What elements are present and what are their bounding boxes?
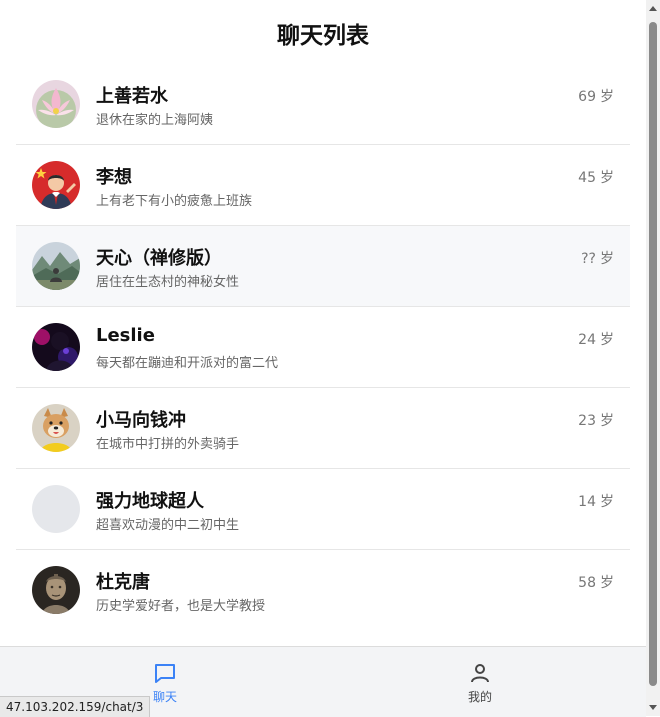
tab-me-label: 我的 (467, 689, 492, 704)
lotus-avatar (32, 80, 80, 128)
tab-chat-label: 聊天 (152, 689, 177, 704)
age-unit: 岁 (600, 170, 614, 186)
contact-age: ?? 岁 (581, 248, 614, 268)
scrollbar[interactable] (646, 0, 660, 716)
contact-bio: 每天都在蹦迪和开派对的富二代 (96, 356, 279, 371)
contact-age: 24 岁 (578, 329, 614, 349)
age-value: 69 (578, 89, 596, 105)
contact-name: Leslie (96, 325, 155, 346)
chat-list-item[interactable]: 强力地球超人 超喜欢动漫的中二初中生 14 岁 (16, 469, 630, 550)
age-value: 58 (578, 575, 596, 591)
status-bar-url: 47.103.202.159/chat/3 (0, 696, 151, 717)
age-value: ?? (581, 251, 596, 267)
contact-bio: 退休在家的上海阿姨 (96, 113, 214, 128)
contact-name: 小马向钱冲 (96, 410, 186, 431)
party-avatar (32, 323, 80, 371)
age-unit: 岁 (600, 494, 614, 510)
chat-list-item[interactable]: Leslie 每天都在蹦迪和开派对的富二代 24 岁 (16, 307, 630, 388)
age-unit: 岁 (600, 332, 614, 348)
contact-age: 58 岁 (578, 572, 614, 592)
chat-list-item[interactable]: 小马向钱冲 在城市中打拼的外卖骑手 23 岁 (16, 388, 630, 469)
age-unit: 岁 (600, 575, 614, 591)
age-unit: 岁 (600, 89, 614, 105)
chat-bubble-icon (153, 660, 177, 686)
contact-name: 杜克唐 (96, 572, 150, 593)
contact-bio: 超喜欢动漫的中二初中生 (96, 518, 240, 533)
scroll-down-arrow-icon[interactable] (649, 705, 657, 710)
chat-list-item[interactable]: 上善若水 退休在家的上海阿姨 69 岁 (16, 64, 630, 145)
chat-list-item[interactable]: 李想 上有老下有小的疲惫上班族 45 岁 (16, 145, 630, 226)
age-value: 24 (578, 332, 596, 348)
age-value: 14 (578, 494, 596, 510)
scrollbar-thumb[interactable] (649, 22, 657, 686)
shiba-dog-avatar (32, 404, 80, 452)
contact-bio: 上有老下有小的疲惫上班族 (96, 194, 253, 209)
app: 聊天列表 上善若水 退休在家的上海阿姨 69 岁 李想 上有老下有小的疲惫上班族… (0, 0, 646, 717)
age-value: 23 (578, 413, 596, 429)
contact-name: 强力地球超人 (96, 491, 204, 512)
chat-list: 上善若水 退休在家的上海阿姨 69岁 李想 上有老下有小的疲惫上班族 45岁 (16, 64, 630, 630)
page-title: 聊天列表 (277, 23, 369, 49)
tab-me[interactable]: 我的 (430, 647, 530, 717)
contact-age: 69 岁 (578, 86, 614, 106)
contact-age: 23 岁 (578, 410, 614, 430)
office-worker-avatar (32, 161, 80, 209)
age-unit: 岁 (600, 413, 614, 429)
age-value: 45 (578, 170, 596, 186)
scroll-up-arrow-icon[interactable] (649, 6, 657, 11)
blank-avatar (32, 485, 80, 533)
contact-bio: 历史学爱好者，也是大学教授 (96, 599, 266, 614)
contact-age: 45 岁 (578, 167, 614, 187)
terracotta-warrior-avatar (32, 566, 80, 614)
mountain-meditation-avatar (32, 242, 80, 290)
contact-name: 上善若水 (96, 86, 168, 107)
chat-list-item[interactable]: 杜克唐 历史学爱好者，也是大学教授 58 岁 (16, 550, 630, 630)
user-icon (468, 660, 492, 686)
chat-list-item[interactable]: 天心（禅修版） 居住在生态村的神秘女性 ?? 岁 (16, 226, 630, 307)
age-unit: 岁 (600, 251, 614, 267)
contact-name: 天心（禅修版） (96, 248, 222, 269)
contact-name: 李想 (96, 167, 132, 188)
contact-bio: 在城市中打拼的外卖骑手 (96, 437, 240, 452)
contact-age: 14 岁 (578, 491, 614, 511)
contact-bio: 居住在生态村的神秘女性 (96, 275, 240, 290)
